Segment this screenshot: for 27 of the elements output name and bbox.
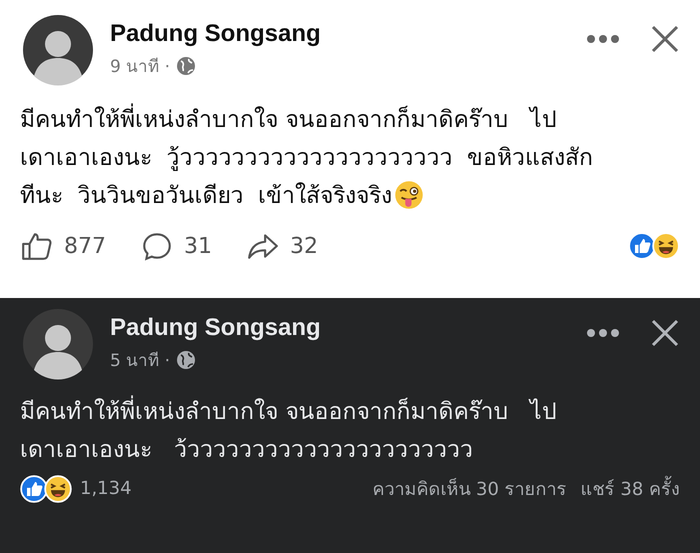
laughing-reaction-icon (44, 474, 72, 502)
comment-count[interactable]: ความคิดเห็น 30 รายการ (372, 474, 567, 503)
like-reaction-icon (628, 232, 656, 260)
like-reaction-icon (20, 474, 48, 502)
close-icon[interactable] (650, 24, 680, 54)
globe-icon (176, 350, 196, 370)
more-icon[interactable] (586, 34, 620, 44)
post-text: มีคนทำให้พี่เหน่งลำบากใจ จนออกจากก็มาดิคร๊าบ ไป (20, 393, 558, 429)
globe-icon (176, 56, 196, 76)
post-time: 9 นาที · (110, 56, 170, 79)
laughing-reaction-icon (652, 232, 680, 260)
post-text: ทีนะ วินวินขอวันเดียว เข้าใส้จริงจริง (20, 181, 392, 211)
like-count: 877 (64, 234, 106, 258)
comment-count: 31 (184, 234, 212, 258)
share-count: 32 (290, 234, 318, 258)
post-text: เดาเอาเองนะ ว้วววววววววววววววววววววว (20, 436, 473, 465)
author-name[interactable]: Padung Songsang (110, 314, 586, 342)
more-icon[interactable] (586, 328, 620, 338)
post-time: 5 นาที · (110, 350, 170, 373)
reaction-count[interactable]: 1,134 (80, 478, 132, 499)
post-text: มีคนทำให้พี่เหน่งลำบากใจ จนออกจากก็มาดิคร๊าบ ไป (20, 101, 558, 137)
avatar (22, 308, 94, 380)
share-count[interactable]: แชร์ 38 ครั้ง (580, 474, 680, 503)
author-name[interactable]: Padung Songsang (110, 20, 586, 48)
close-icon[interactable] (650, 318, 680, 348)
post-text: เดาเอาเองนะ วู้ววววววววววววววววววววว ขอหิวแสงสัก (20, 144, 594, 173)
avatar (22, 14, 94, 86)
